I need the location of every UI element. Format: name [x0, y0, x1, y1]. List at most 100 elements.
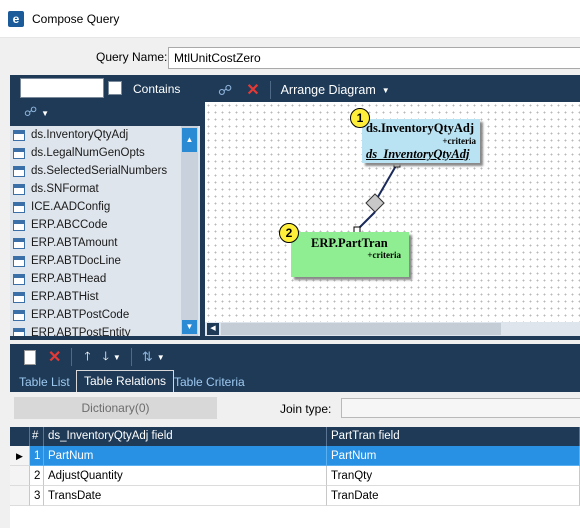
- diagram-node-parttran[interactable]: ERP.PartTran +criteria: [291, 232, 409, 277]
- window-title: Compose Query: [32, 11, 120, 26]
- grid-cell-num[interactable]: 2: [30, 466, 44, 486]
- table-row[interactable]: ▶ 1 PartNum PartNum: [10, 446, 580, 466]
- app-logo-icon: e: [8, 10, 24, 27]
- delete-icon[interactable]: ✕: [48, 347, 61, 367]
- table-list-item-label: ERP.ABTPostEntity: [31, 327, 131, 336]
- join-type-label: Join type:: [280, 402, 332, 416]
- table-list-item[interactable]: ERP.ABTAmount: [10, 234, 200, 252]
- chevron-down-icon[interactable]: ▼: [382, 86, 390, 95]
- join-type-select[interactable]: [341, 398, 580, 418]
- chevron-down-icon[interactable]: ▼: [113, 353, 121, 362]
- table-row[interactable]: 2 AdjustQuantity TranQty: [10, 466, 580, 486]
- table-search-input[interactable]: [20, 78, 104, 98]
- grid-cell-num[interactable]: 3: [30, 486, 44, 506]
- dictionary-button[interactable]: Dictionary(0): [14, 397, 217, 419]
- grid-cell-left[interactable]: PartNum: [44, 446, 327, 466]
- table-icon: [13, 201, 25, 213]
- row-indicator[interactable]: [10, 486, 30, 506]
- query-name-input[interactable]: [168, 47, 580, 69]
- table-list-item[interactable]: ds.SNFormat: [10, 180, 200, 198]
- link-tool-button[interactable]: ☍ ▼: [24, 104, 49, 120]
- tab-table-criteria[interactable]: Table Criteria: [167, 372, 252, 392]
- node-relation-link[interactable]: ds_InventoryQtyAdj: [366, 147, 469, 162]
- row-indicator[interactable]: [10, 466, 30, 486]
- available-tables-list: ds.InventoryQtyAdj ds.LegalNumGenOpts ds.S…: [10, 126, 200, 336]
- table-list-item-label: ERP.ABTPostCode: [31, 309, 130, 321]
- table-list-item[interactable]: ERP.ABTPostCode: [10, 306, 200, 324]
- table-list-item-label: ds.InventoryQtyAdj: [31, 129, 129, 141]
- table-icon: [13, 327, 25, 336]
- table-list-item-label: ds.LegalNumGenOpts: [31, 147, 145, 159]
- tab-table-relations[interactable]: Table Relations: [76, 370, 175, 392]
- table-list-item-label: ERP.ABTHist: [31, 291, 99, 303]
- table-list-item-label: ERP.ABTAmount: [31, 237, 118, 249]
- toolbar-divider: [130, 348, 132, 366]
- scrollbar-thumb[interactable]: [221, 323, 501, 335]
- table-icon: [13, 237, 25, 249]
- table-icon: [13, 129, 25, 141]
- move-up-icon[interactable]: 🡑: [84, 347, 90, 368]
- table-icon: [13, 291, 25, 303]
- contains-label: Contains: [133, 82, 181, 96]
- diagram-toolbar: ☍ ✕ Arrange Diagram ▼: [206, 78, 580, 102]
- delete-icon[interactable]: ✕: [246, 80, 259, 100]
- column-header-right-field[interactable]: PartTran field: [327, 427, 580, 446]
- relation-fields-grid: # ds_InventoryQtyAdj field PartTran fiel…: [10, 427, 580, 528]
- table-list-item[interactable]: ERP.ABCCode: [10, 216, 200, 234]
- grid-cell-right[interactable]: PartNum: [327, 446, 580, 466]
- grid-cell-left[interactable]: AdjustQuantity: [44, 466, 327, 486]
- scroll-down-icon[interactable]: ▼: [182, 320, 197, 334]
- table-list-item-label: ds.SNFormat: [31, 183, 99, 195]
- arrange-diagram-button[interactable]: Arrange Diagram: [281, 83, 376, 97]
- sort-icon[interactable]: ⇅: [142, 349, 153, 365]
- contains-checkbox[interactable]: [108, 81, 122, 95]
- relations-toolbar: ✕ 🡑 🡓 ▼ ⇅ ▼: [10, 344, 580, 370]
- grid-cell-right[interactable]: TranDate: [327, 486, 580, 506]
- table-list-item-label: ICE.AADConfig: [31, 201, 111, 213]
- table-list-item[interactable]: ICE.AADConfig: [10, 198, 200, 216]
- grid-cell-left[interactable]: TransDate: [44, 486, 327, 506]
- table-list-scrollbar[interactable]: ▲ ▼: [181, 126, 198, 336]
- query-name-row: Query Name:: [0, 45, 580, 71]
- table-list-item[interactable]: ERP.ABTPostEntity: [10, 324, 200, 336]
- node-title: ERP.PartTran: [311, 236, 388, 250]
- chevron-down-icon[interactable]: ▼: [157, 353, 165, 362]
- column-header-left-field[interactable]: ds_InventoryQtyAdj field: [44, 427, 327, 446]
- node-criteria-link[interactable]: +criteria: [442, 136, 476, 146]
- move-down-icon[interactable]: 🡓: [103, 347, 109, 368]
- link-icon[interactable]: ☍: [218, 82, 232, 99]
- table-icon: [13, 255, 25, 267]
- grid-cell-right[interactable]: TranQty: [327, 466, 580, 486]
- tab-strip: Table List Table Relations Table Criteri…: [10, 370, 580, 392]
- scroll-left-icon[interactable]: ◀: [207, 323, 219, 335]
- chevron-down-icon: ▼: [41, 109, 50, 118]
- diagram-node-inventoryqtyadj[interactable]: ds.InventoryQtyAdj +criteria ds_Inventor…: [362, 119, 480, 163]
- toolbar-divider: [71, 348, 73, 366]
- grid-cell-num[interactable]: 1: [30, 446, 44, 466]
- row-pointer-icon[interactable]: ▶: [10, 446, 30, 466]
- new-document-icon[interactable]: [24, 349, 36, 365]
- table-list-item[interactable]: ds.LegalNumGenOpts: [10, 144, 200, 162]
- grid-header: # ds_InventoryQtyAdj field PartTran fiel…: [10, 427, 580, 446]
- column-header-num[interactable]: #: [30, 427, 44, 446]
- table-icon: [13, 309, 25, 321]
- table-list-item[interactable]: ERP.ABTHist: [10, 288, 200, 306]
- diagram-canvas[interactable]: ds.InventoryQtyAdj +criteria ds_Inventor…: [205, 102, 580, 322]
- table-list-item[interactable]: ds.SelectedSerialNumbers: [10, 162, 200, 180]
- table-icon: [13, 273, 25, 285]
- node-title: ds.InventoryQtyAdj: [366, 121, 474, 135]
- query-name-label: Query Name:: [96, 50, 168, 64]
- table-list-item[interactable]: ERP.ABTHead: [10, 270, 200, 288]
- scroll-up-icon[interactable]: ▲: [182, 128, 197, 152]
- table-list-item[interactable]: ds.InventoryQtyAdj: [10, 126, 200, 144]
- table-row[interactable]: 3 TransDate TranDate: [10, 486, 580, 506]
- diagram-horizontal-scrollbar[interactable]: ◀: [205, 322, 580, 336]
- node-order-badge: 2: [279, 223, 299, 243]
- table-list-item[interactable]: ERP.ABTDocLine: [10, 252, 200, 270]
- toolbar-divider: [269, 81, 271, 99]
- tab-table-list[interactable]: Table List: [12, 372, 77, 392]
- table-list-item-label: ERP.ABCCode: [31, 219, 108, 231]
- table-icon: [13, 147, 25, 159]
- table-icon: [13, 183, 25, 195]
- node-criteria-link[interactable]: +criteria: [367, 250, 401, 260]
